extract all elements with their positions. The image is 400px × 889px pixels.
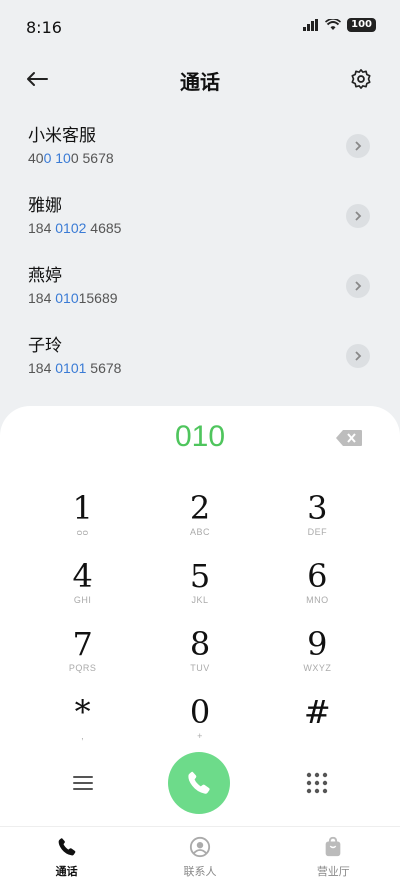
chevron-right-icon	[355, 141, 362, 151]
key-hash[interactable]: #	[259, 688, 376, 756]
menu-icon	[73, 776, 93, 790]
chevron-right-icon	[355, 281, 362, 291]
settings-button[interactable]	[348, 66, 374, 92]
backspace-icon	[336, 430, 362, 446]
chevron-right-icon	[355, 351, 362, 361]
menu-button[interactable]	[70, 770, 96, 796]
key-6[interactable]: 6 MNO	[259, 552, 376, 620]
contact-detail-button[interactable]	[346, 204, 370, 228]
bottom-nav: 通话 联系人 营业厅	[0, 826, 400, 889]
phone-icon	[55, 835, 79, 859]
contact-name: 小米客服	[28, 126, 96, 146]
signal-icon	[303, 19, 319, 31]
dialpad-icon	[306, 772, 328, 794]
voicemail-icon: ᴑᴑ	[76, 527, 89, 537]
nav-service-hall[interactable]: 营业厅	[267, 827, 400, 889]
key-7[interactable]: 7 PQRS	[24, 620, 141, 688]
key-3[interactable]: 3 DEF	[259, 484, 376, 552]
status-time: 8:16	[26, 18, 62, 37]
nav-label: 营业厅	[316, 865, 350, 878]
key-5[interactable]: 5 JKL	[141, 552, 258, 620]
contact-item[interactable]: 小米客服 400 100 5678	[0, 114, 400, 184]
contact-number: 184 01015689	[28, 290, 118, 306]
keypad-toggle-button[interactable]	[304, 770, 330, 796]
gear-icon	[351, 69, 371, 89]
contact-name: 燕婷	[28, 266, 62, 286]
phone-icon	[188, 771, 210, 794]
key-4[interactable]: 4 GHI	[24, 552, 141, 620]
contact-list: 小米客服 400 100 5678 雅娜 184 0102 4685 燕婷 18…	[0, 114, 400, 394]
keypad: 1 ᴑᴑ 2 ABC 3 DEF 4 GHI 5 JKL 6 MNO 7 PQRS 8 TUV …	[24, 484, 376, 756]
key-star[interactable]: *,	[24, 688, 141, 756]
contact-item[interactable]: 燕婷 184 01015689	[0, 254, 400, 324]
header: 通话	[0, 56, 400, 102]
key-8[interactable]: 8 TUV	[141, 620, 258, 688]
nav-label: 通话	[55, 865, 78, 878]
bag-icon	[321, 835, 345, 859]
contact-detail-button[interactable]	[346, 134, 370, 158]
contact-name: 雅娜	[28, 196, 62, 216]
key-9[interactable]: 9 WXYZ	[259, 620, 376, 688]
contact-name: 子玲	[28, 336, 62, 356]
person-icon	[188, 835, 212, 859]
battery-indicator: 100	[347, 18, 376, 32]
contact-number: 400 100 5678	[28, 150, 114, 166]
contact-item[interactable]: 雅娜 184 0102 4685	[0, 184, 400, 254]
contact-detail-button[interactable]	[346, 274, 370, 298]
backspace-button[interactable]	[336, 430, 362, 450]
call-button[interactable]	[168, 752, 230, 814]
key-2[interactable]: 2 ABC	[141, 484, 258, 552]
nav-contacts[interactable]: 联系人	[133, 827, 266, 889]
contact-detail-button[interactable]	[346, 344, 370, 368]
dialer-panel: 010 1 ᴑᴑ 2 ABC 3 DEF 4 GHI 5 JKL 6 MNO 7 PQRS 8…	[0, 406, 400, 826]
wifi-icon	[325, 19, 342, 30]
nav-calls[interactable]: 通话	[0, 827, 133, 889]
status-icons: 100	[303, 18, 376, 32]
contact-number: 184 0101 5678	[28, 360, 122, 376]
key-1[interactable]: 1 ᴑᴑ	[24, 484, 141, 552]
contact-item[interactable]: 子玲 184 0101 5678	[0, 324, 400, 394]
contact-number: 184 0102 4685	[28, 220, 122, 236]
page-title: 通话	[180, 70, 220, 94]
nav-label: 联系人	[183, 865, 217, 878]
key-0[interactable]: 0 +	[141, 688, 258, 756]
status-bar: 8:16 100	[0, 0, 400, 56]
chevron-right-icon	[355, 211, 362, 221]
dial-actions	[0, 752, 400, 816]
